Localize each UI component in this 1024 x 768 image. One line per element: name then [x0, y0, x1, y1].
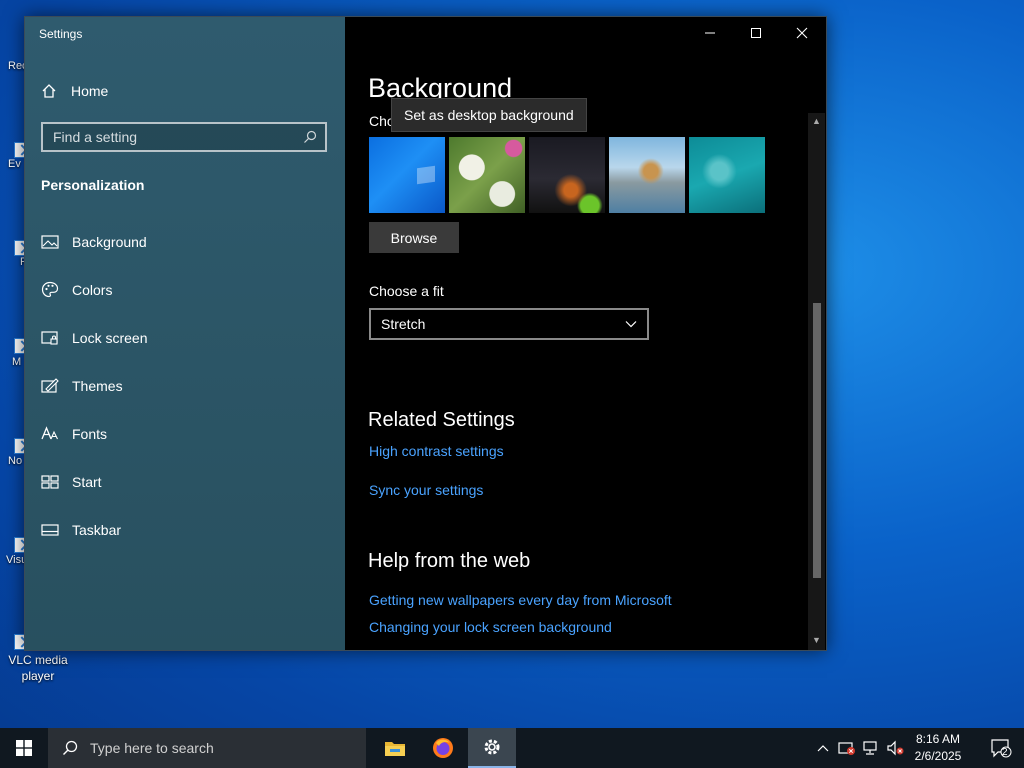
fit-dropdown[interactable]: Stretch	[369, 308, 649, 340]
firefox-icon	[433, 738, 453, 758]
find-setting-search[interactable]	[41, 122, 327, 152]
notification-icon	[991, 739, 1012, 758]
taskbar-icon	[41, 521, 59, 539]
sync-settings-link[interactable]: Sync your settings	[369, 482, 483, 498]
desktop-icon-label: No	[8, 455, 23, 467]
fonts-icon	[41, 425, 59, 443]
folder-icon	[385, 742, 405, 756]
browse-button[interactable]: Browse	[369, 222, 459, 253]
show-hidden-icons-button[interactable]	[812, 728, 834, 768]
sidebar-item-label: Themes	[72, 378, 123, 394]
section-heading-personalization: Personalization	[41, 177, 145, 193]
sidebar-item-label: Taskbar	[72, 522, 122, 538]
help-heading: Help from the web	[368, 550, 531, 572]
wallpaper-thumbnail[interactable]	[529, 137, 605, 213]
sidebar-item-label: Fonts	[72, 426, 108, 442]
sidebar-item-fonts[interactable]: Fonts	[25, 410, 345, 458]
wallpaper-thumbnail[interactable]	[689, 137, 765, 213]
sidebar-item-start[interactable]: Start	[25, 458, 345, 506]
lock-screen-help-link[interactable]: Changing your lock screen background	[369, 619, 612, 635]
sidebar-item-label: Colors	[72, 282, 113, 298]
picture-thumbnails	[369, 137, 769, 213]
scrollbar[interactable]: ▲ ▼	[808, 113, 825, 650]
choose-fit-label: Choose a fit	[369, 283, 444, 299]
window-title: Settings	[39, 27, 83, 41]
file-explorer-button[interactable]	[371, 728, 419, 768]
home-icon	[42, 84, 56, 98]
sidebar-item-label: Lock screen	[72, 330, 148, 346]
taskbar-clock[interactable]: 8:16 AM 2/6/2025	[900, 731, 976, 765]
high-contrast-link[interactable]: High contrast settings	[369, 443, 504, 459]
action-center-button[interactable]: 2	[978, 728, 1024, 768]
picture-icon	[41, 233, 59, 251]
tooltip: Set as desktop background	[391, 98, 587, 132]
clock-time: 8:16 AM	[915, 732, 961, 746]
settings-sidebar: Settings Home Personalization Background…	[25, 17, 345, 650]
wallpaper-thumbnail[interactable]	[449, 137, 525, 213]
scrollbar-thumb[interactable]	[813, 303, 821, 578]
settings-taskbar-button[interactable]	[468, 728, 516, 768]
settings-window: Settings Home Personalization Background…	[24, 16, 827, 651]
related-settings-heading: Related Settings	[368, 409, 515, 431]
desktop-icon-label: VLC media player	[8, 653, 68, 683]
search-icon	[63, 740, 78, 755]
sidebar-item-taskbar[interactable]: Taskbar	[25, 506, 345, 554]
sidebar-item-lock-screen[interactable]: Lock screen	[25, 314, 345, 362]
windows-logo-icon	[16, 740, 32, 756]
taskbar: Type here to search 8:16 AM 2/6/2025 2	[0, 728, 1024, 768]
nav-home-label: Home	[71, 83, 109, 99]
personalization-nav: Background Colors Lock screen Themes Fon…	[25, 218, 345, 554]
background-settings-page: Background Cho Set as desktop background…	[345, 17, 826, 650]
lock-screen-icon	[41, 329, 59, 347]
sidebar-item-label: Start	[72, 474, 102, 490]
network-tray-button[interactable]	[860, 728, 882, 768]
start-icon	[41, 473, 59, 491]
fit-dropdown-value: Stretch	[381, 316, 426, 332]
shield-warning-icon	[838, 742, 855, 755]
sidebar-item-label: Background	[72, 234, 147, 250]
firefox-button[interactable]	[419, 728, 467, 768]
gear-icon	[484, 739, 500, 755]
security-tray-button[interactable]	[836, 728, 858, 768]
sidebar-item-colors[interactable]: Colors	[25, 266, 345, 314]
sidebar-item-background[interactable]: Background	[25, 218, 345, 266]
chevron-down-icon	[625, 321, 637, 328]
taskbar-search-placeholder: Type here to search	[90, 740, 214, 756]
notification-count: 2	[1002, 747, 1008, 758]
wallpapers-help-link[interactable]: Getting new wallpapers every day from Mi…	[369, 592, 672, 608]
start-button[interactable]	[0, 728, 48, 768]
desktop-icon-label: Ev	[8, 158, 21, 170]
scroll-down-arrow[interactable]: ▼	[808, 632, 825, 648]
themes-icon	[41, 377, 59, 395]
nav-home[interactable]: Home	[41, 81, 108, 101]
desktop-icon-label: M	[12, 356, 22, 368]
search-icon	[304, 130, 317, 143]
scroll-up-arrow[interactable]: ▲	[808, 113, 825, 129]
wallpaper-thumbnail[interactable]	[609, 137, 685, 213]
sidebar-item-themes[interactable]: Themes	[25, 362, 345, 410]
network-icon	[863, 741, 877, 755]
wallpaper-thumbnail[interactable]	[369, 137, 445, 213]
palette-icon	[41, 281, 59, 299]
chevron-up-icon	[817, 745, 829, 752]
clock-date: 2/6/2025	[914, 749, 962, 763]
find-setting-input[interactable]	[53, 129, 293, 145]
taskbar-search-box[interactable]: Type here to search	[48, 728, 366, 768]
